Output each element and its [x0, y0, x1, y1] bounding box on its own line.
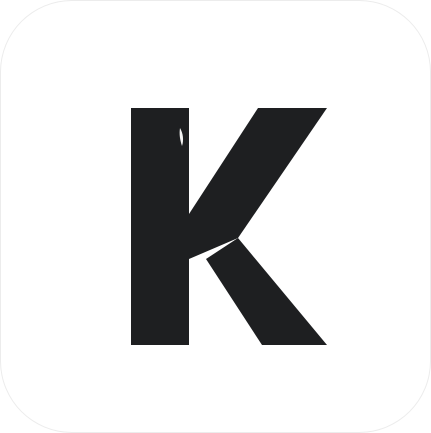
k-letter-upper-arm [189, 108, 327, 259]
k-letter-stem [131, 108, 189, 345]
k-letter-icon [131, 108, 327, 345]
k-letter-lower-leg [206, 238, 327, 345]
app-icon-canvas: K [0, 0, 431, 433]
app-icon[interactable]: K [0, 0, 431, 433]
